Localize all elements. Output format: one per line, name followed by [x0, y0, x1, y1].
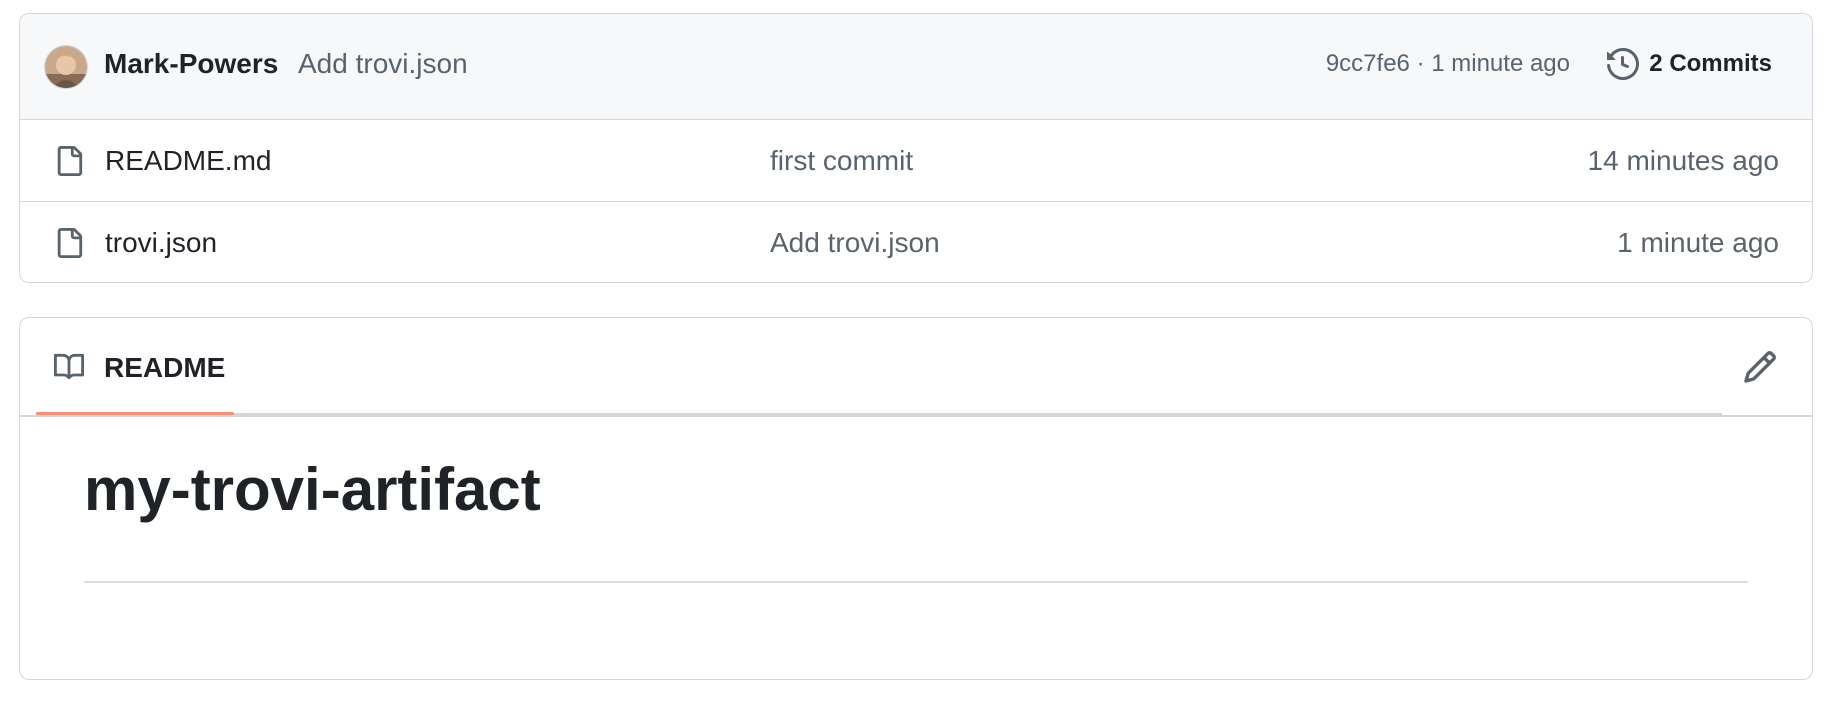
file-icon	[57, 228, 83, 258]
tab-readme[interactable]: README	[36, 318, 234, 415]
avatar-image	[45, 46, 87, 88]
readme-tab-bar: README	[20, 318, 1812, 416]
readme-divider	[20, 415, 1812, 417]
history-icon	[1607, 48, 1640, 80]
commits-history-button[interactable]: 2 Commits	[1607, 48, 1772, 80]
file-row[interactable]: README.md first commit 14 minutes ago	[20, 120, 1812, 202]
avatar[interactable]	[45, 46, 87, 88]
commit-message-link[interactable]: Add trovi.json	[298, 50, 468, 78]
commit-author-link[interactable]: Mark-Powers	[104, 50, 278, 78]
file-list-box: Mark-Powers Add trovi.json 9cc7fe6 · 1 m…	[19, 13, 1813, 283]
pencil-icon[interactable]	[1742, 349, 1778, 385]
readme-heading: my-trovi-artifact	[84, 456, 541, 523]
commits-count-label: 2 Commits	[1649, 50, 1772, 77]
file-row[interactable]: trovi.json Add trovi.json 1 minute ago	[20, 202, 1812, 282]
file-commit-time: 1 minute ago	[1617, 227, 1779, 258]
commit-meta: 9cc7fe6 · 1 minute ago	[1326, 52, 1570, 76]
tab-readme-label: README	[104, 352, 226, 383]
file-commit-message-link[interactable]: Add trovi.json	[770, 229, 940, 257]
file-commit-time: 14 minutes ago	[1587, 144, 1779, 176]
meta-separator: ·	[1416, 50, 1425, 77]
commit-time: 1 minute ago	[1431, 50, 1570, 77]
book-icon	[54, 353, 85, 380]
readme-box: README my-trovi-artifact	[19, 317, 1813, 680]
file-name-link[interactable]: trovi.json	[105, 229, 217, 257]
file-icon	[57, 145, 83, 176]
file-name-link[interactable]: README.md	[105, 146, 271, 175]
commit-sha-link[interactable]: 9cc7fe6	[1326, 50, 1410, 77]
latest-commit-header: Mark-Powers Add trovi.json 9cc7fe6 · 1 m…	[20, 14, 1812, 120]
heading-rule	[84, 581, 1748, 583]
file-commit-message-link[interactable]: first commit	[770, 146, 913, 175]
